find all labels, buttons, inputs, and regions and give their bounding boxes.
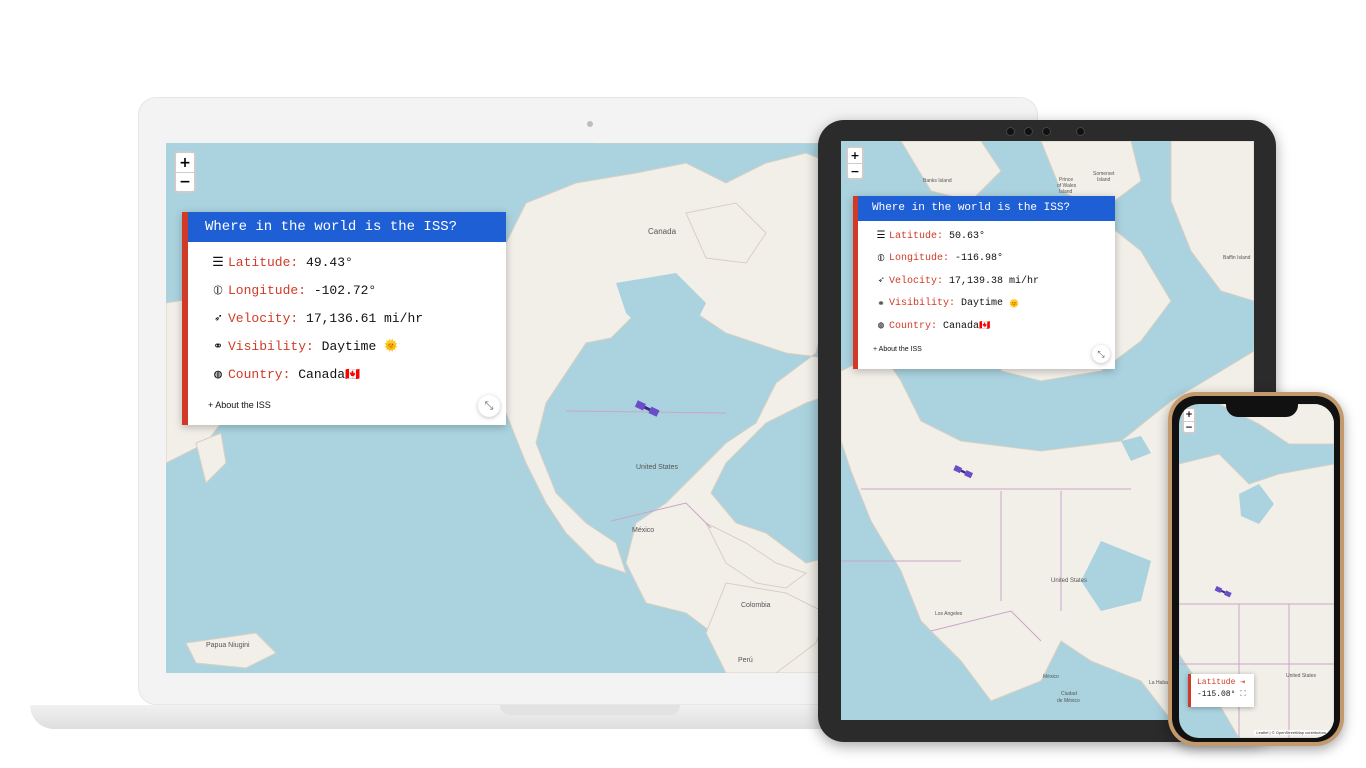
longitude-value-tablet: -116.98° (955, 253, 1004, 265)
latitude-row: ☰ Latitude: 49.43° (208, 248, 506, 276)
tablet-zoom-in-button[interactable]: + (848, 148, 862, 163)
longitude-row: ⦶ Longitude: -102.72° (208, 276, 506, 304)
phone-zoom-control: + − (1182, 407, 1196, 434)
map-label-island: Island (1059, 189, 1073, 195)
visibility-label: Visibility: (228, 338, 314, 354)
iss-satellite-icon-tablet[interactable] (952, 464, 974, 480)
visibility-row-tablet: ⚭ Visibility: Daytime 🌞 (873, 293, 1115, 316)
latitude-row-tablet: ☰ Latitude: 50.63° (873, 225, 1115, 248)
longitude-row-tablet: ⦶ Longitude: -116.98° (873, 248, 1115, 271)
map-label-baffin-island: Baffin Island (1223, 255, 1251, 261)
country-value: Canada (298, 366, 346, 382)
tablet-camera-2 (1076, 127, 1085, 136)
binoculars-icon-tablet: ⚭ (877, 298, 885, 309)
latitude-value: 49.43° (306, 254, 353, 270)
map-label-peru: Perú (738, 657, 753, 664)
canada-flag-icon-tablet: 🇨🇦 (979, 321, 991, 332)
velocity-row-tablet: ➶ Velocity: 17,139.38 mi/hr (873, 270, 1115, 293)
phone-map[interactable]: + − United States Latitude ⇥ -115.08° ⛶ … (1179, 404, 1334, 738)
globe-icon-tablet: ◍ (877, 321, 885, 333)
velocity-value: 17,136.61 mi/hr (306, 310, 424, 326)
country-row-tablet: ◍ Country: Canada 🇨🇦 (873, 315, 1115, 338)
laptop-zoom-out-button[interactable]: − (176, 172, 194, 191)
tablet-sensor-2 (1042, 127, 1051, 136)
phone-zoom-out-button[interactable]: − (1184, 421, 1194, 432)
velocity-label: Velocity: (228, 310, 299, 326)
map-label-la-habana: La Haba (1149, 680, 1168, 686)
tablet-zoom-out-button[interactable]: − (848, 163, 862, 178)
panel-title-tablet: Where in the world is the ISS? (858, 196, 1115, 221)
iss-satellite-icon[interactable] (634, 399, 660, 419)
fullscreen-icon[interactable]: ⛶ (1240, 690, 1246, 699)
map-label-mexico: México (632, 527, 655, 534)
visibility-value-tablet: Daytime (961, 298, 1004, 310)
collapse-icon[interactable]: ⤡ (478, 395, 500, 417)
globe-icon: ◍ (214, 366, 222, 382)
device-mockup-stage: + − Canada United States México Colombia… (0, 0, 1366, 768)
velocity-icon-tablet: ➶ (877, 276, 885, 288)
velocity-row: ➶ Velocity: 17,136.61 mi/hr (208, 304, 506, 332)
map-label-banks-island: Banks Island (923, 178, 952, 184)
laptop-zoom-in-button[interactable]: + (176, 153, 194, 172)
about-iss-link-tablet[interactable]: + About the ISS (873, 346, 1115, 353)
phone-notch (1226, 400, 1298, 417)
map-label-ciudad: Ciudad (1061, 691, 1077, 697)
latitude-value-tablet: 50.63° (949, 230, 986, 242)
map-attribution[interactable]: Leaflet | © OpenStreetMap contributors (1254, 730, 1328, 735)
tablet-zoom-control: + − (846, 146, 864, 180)
map-label-united-states-phone: United States (1286, 673, 1317, 679)
longitude-label: Longitude: (228, 282, 307, 298)
velocity-icon: ➶ (214, 310, 222, 326)
longitude-icon: ⦶ (213, 282, 223, 298)
phone-latitude-value: -115.08° (1197, 690, 1236, 699)
iss-info-panel-tablet: Where in the world is the ISS? ☰ Latitud… (853, 196, 1115, 369)
velocity-value-tablet: 17,139.38 mi/hr (949, 275, 1040, 287)
phone-latitude-label: Latitude (1197, 678, 1236, 687)
binoculars-icon: ⚭ (212, 339, 224, 354)
country-value-tablet: Canada (943, 320, 980, 332)
iss-info-panel: Where in the world is the ISS? ☰ Latitud… (182, 212, 506, 425)
phone-zoom-in-button[interactable]: + (1184, 409, 1194, 421)
phone-latitude-card[interactable]: Latitude ⇥ -115.08° ⛶ (1188, 674, 1254, 707)
country-label: Country: (228, 366, 291, 382)
laptop-zoom-control: + − (174, 151, 196, 193)
laptop-camera (587, 121, 593, 127)
country-label-tablet: Country: (889, 320, 938, 332)
latitude-label: Latitude: (228, 254, 299, 270)
about-iss-link[interactable]: + About the ISS (208, 400, 506, 410)
longitude-label-tablet: Longitude: (889, 253, 950, 265)
map-label-de-mexico: de México (1057, 698, 1080, 704)
latitude-icon: ☰ (212, 254, 224, 270)
canada-flag-icon: 🇨🇦 (345, 367, 360, 382)
map-label-mexico-tablet: México (1043, 674, 1059, 680)
country-row: ◍ Country: Canada 🇨🇦 (208, 360, 506, 388)
tablet-sensor (1024, 127, 1033, 136)
map-label-papua: Papua Niugini (206, 642, 250, 649)
latitude-icon-tablet: ☰ (876, 231, 886, 243)
visibility-row: ⚭ Visibility: Daytime 🌞 (208, 332, 506, 360)
map-label-united-states-tablet: United States (1051, 578, 1088, 584)
map-label-colombia: Colombia (741, 602, 771, 609)
sun-icon: 🌞 (384, 341, 398, 353)
map-label-somerset-island: Island (1097, 177, 1111, 183)
longitude-icon-tablet: ⦶ (877, 253, 885, 265)
map-label-los-angeles: Los Angeles (935, 611, 963, 617)
visibility-value: Daytime (321, 338, 377, 354)
map-label-canada: Canada (648, 227, 677, 236)
tablet-camera (1006, 127, 1015, 136)
panel-title: Where in the world is the ISS? (188, 212, 506, 242)
expand-arrow-icon[interactable]: ⇥ (1240, 678, 1245, 687)
laptop-notch (500, 705, 680, 715)
longitude-value: -102.72° (313, 282, 377, 298)
collapse-icon-tablet[interactable]: ⤡ (1092, 345, 1110, 363)
sun-icon-tablet: 🌞 (1009, 299, 1020, 309)
visibility-label-tablet: Visibility: (889, 298, 956, 310)
latitude-label-tablet: Latitude: (889, 230, 944, 242)
iss-satellite-icon-phone[interactable] (1214, 585, 1232, 599)
map-label-united-states: United States (636, 464, 679, 471)
velocity-label-tablet: Velocity: (889, 275, 944, 287)
